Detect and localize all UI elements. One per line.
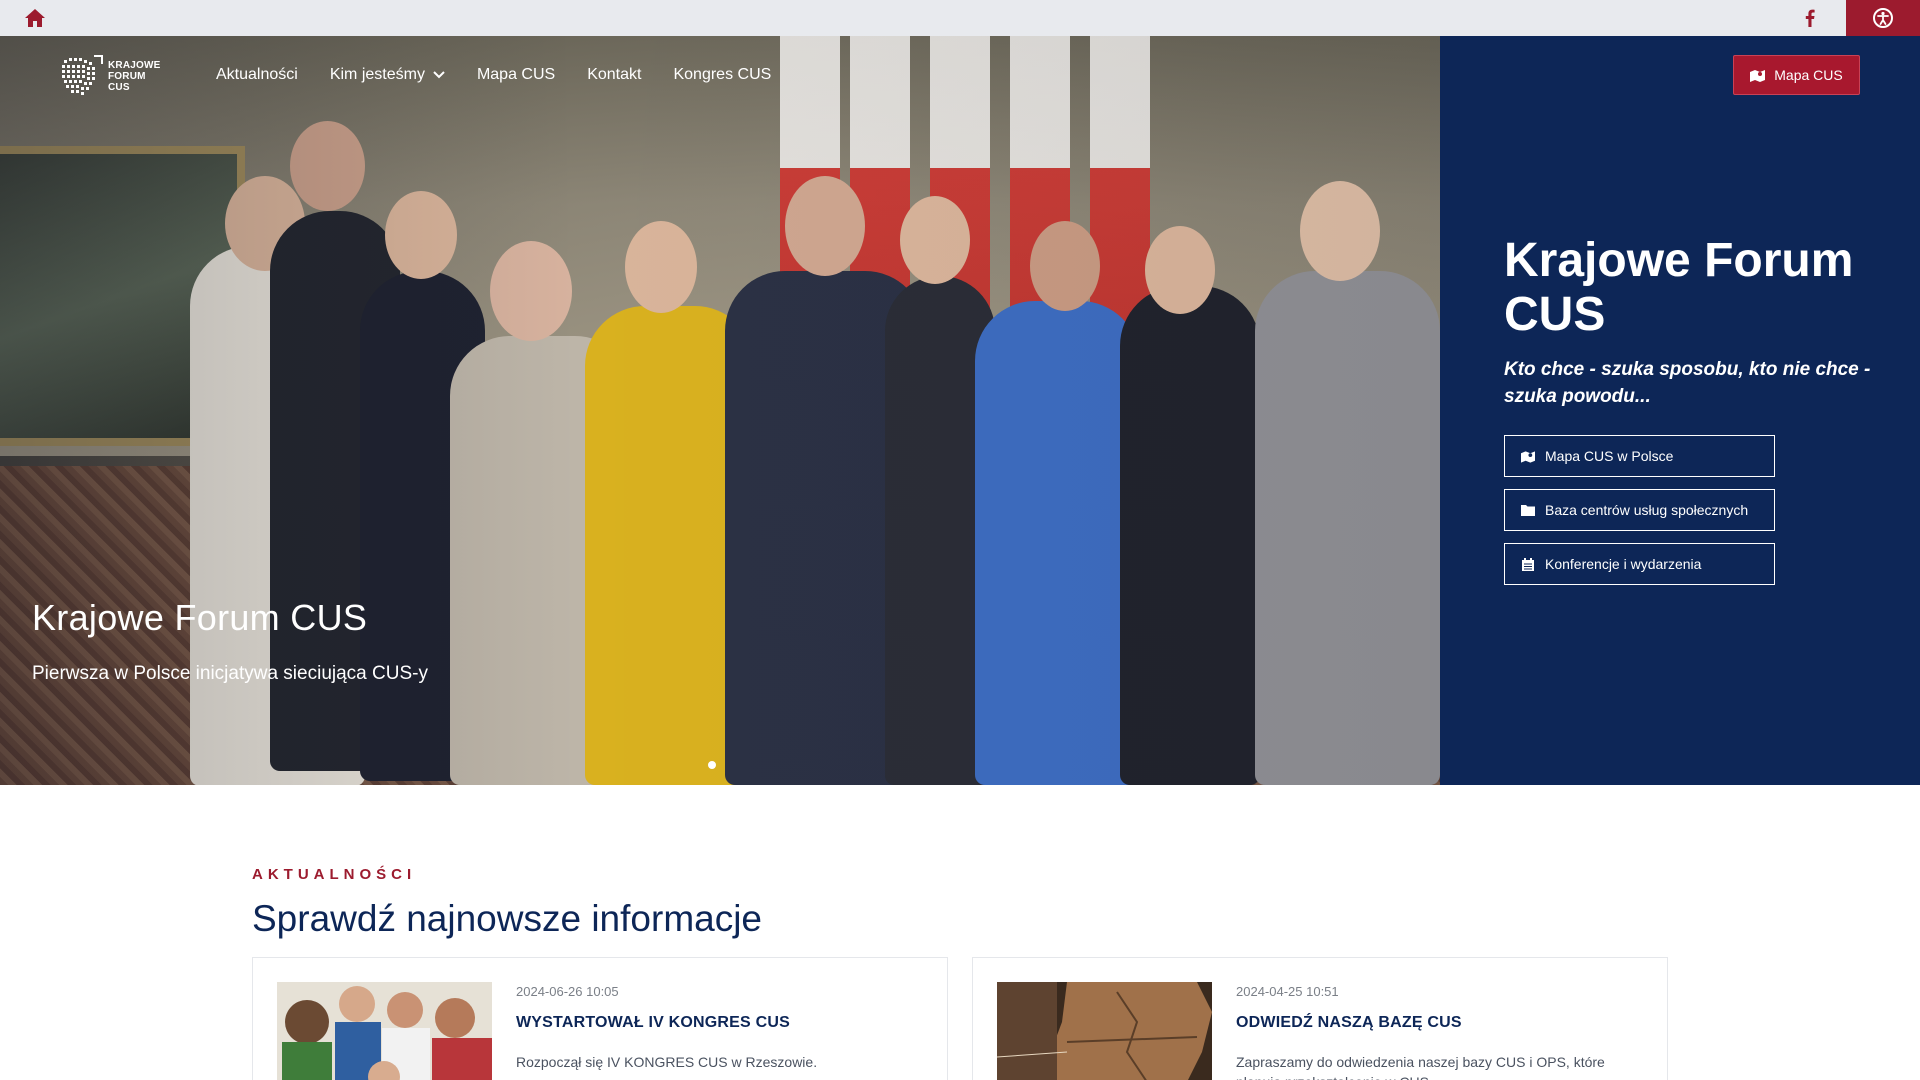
top-utility-bar (0, 0, 1920, 36)
map-cus-cta-label: Mapa CUS (1774, 67, 1843, 83)
news-card-title[interactable]: ODWIEDŹ NASZĄ BAZĘ CUS (1236, 1014, 1462, 1032)
hero-caption-subtitle: Pierwsza w Polsce inicjatywa sieciująca … (32, 663, 428, 684)
nav-item-contact[interactable]: Kontakt (587, 66, 641, 84)
map-cus-poland-button[interactable]: Mapa CUS w Polsce (1504, 435, 1775, 477)
map-cus-cta-button[interactable]: Mapa CUS (1733, 55, 1860, 95)
facebook-icon[interactable] (1788, 0, 1832, 36)
news-card-excerpt: Rozpoczął się IV KONGRES CUS w Rzeszowie… (516, 1054, 818, 1070)
hero-caption-title: Krajowe Forum CUS (32, 597, 368, 638)
nav-item-map[interactable]: Mapa CUS (477, 66, 555, 84)
news-card-excerpt: Zapraszamy do odwiedzenia naszej bazy CU… (1236, 1054, 1605, 1080)
news-card-image (277, 982, 492, 1080)
nav-menu: Aktualności Kim jesteśmy Mapa CUS Kontak… (216, 66, 771, 84)
map-cus-poland-label: Mapa CUS w Polsce (1545, 448, 1674, 464)
news-card-image (997, 982, 1212, 1080)
news-section-title: Sprawdź najnowsze informacje (252, 898, 763, 939)
main-navigation: KRAJOWE FORUM CUS Aktualności Kim jesteś… (0, 36, 1920, 116)
hero-section: Krajowe Forum CUS Pierwsza w Polsce inic… (0, 36, 1920, 785)
social-services-database-label: Baza centrów usług społecznych (1545, 502, 1749, 518)
folder-icon (1521, 503, 1535, 517)
hero-panel-title: Krajowe Forum CUS (1504, 234, 1854, 341)
hero-side-panel: Krajowe Forum CUS Kto chce - szuka sposo… (1440, 36, 1920, 785)
map-icon (1750, 69, 1766, 82)
map-icon (1521, 449, 1535, 463)
hero-panel-motto: Kto chce - szuka sposobu, kto nie chce -… (1504, 359, 1871, 407)
site-logo[interactable]: KRAJOWE FORUM CUS (60, 52, 180, 100)
nav-item-about[interactable]: Kim jesteśmy (330, 66, 445, 84)
calendar-icon (1521, 557, 1535, 571)
home-icon[interactable] (22, 6, 48, 30)
conferences-events-label: Konferencje i wydarzenia (1545, 556, 1702, 572)
news-card[interactable]: 2024-06-26 10:05 WYSTARTOWAŁ IV KONGRES … (252, 957, 948, 1080)
logo-dot-map-icon (60, 54, 104, 98)
hero-caption: Krajowe Forum CUS Pierwsza w Polsce inic… (32, 597, 428, 685)
slider-dot-active[interactable] (708, 761, 716, 769)
logo-wordmark: KRAJOWE FORUM CUS (108, 59, 161, 93)
conferences-events-button[interactable]: Konferencje i wydarzenia (1504, 543, 1775, 585)
news-card-date: 2024-04-25 10:51 (1236, 984, 1339, 999)
nav-item-congress[interactable]: Kongres CUS (673, 66, 771, 84)
news-card-title[interactable]: WYSTARTOWAŁ IV KONGRES CUS (516, 1014, 790, 1032)
accessibility-icon[interactable] (1846, 0, 1920, 36)
chevron-down-icon (433, 66, 445, 84)
news-section-kicker: AKTUALNOŚCI (252, 866, 417, 883)
social-services-database-button[interactable]: Baza centrów usług społecznych (1504, 489, 1775, 531)
nav-item-news[interactable]: Aktualności (216, 66, 298, 84)
news-card[interactable]: 2024-04-25 10:51 ODWIEDŹ NASZĄ BAZĘ CUS … (972, 957, 1668, 1080)
news-card-date: 2024-06-26 10:05 (516, 984, 619, 999)
